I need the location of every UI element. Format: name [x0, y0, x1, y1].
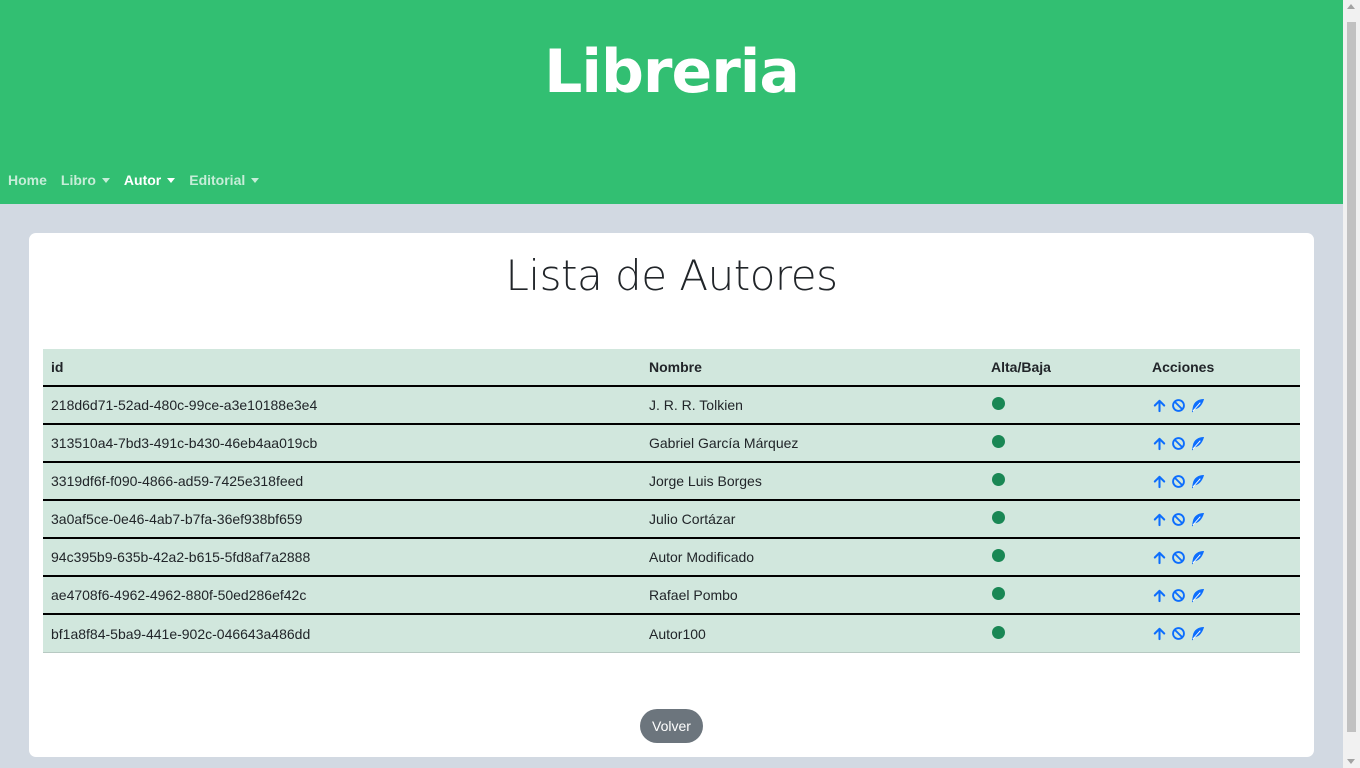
caret-down-icon — [251, 177, 260, 183]
column-header-nombre: Nombre — [649, 359, 702, 375]
nav-item-autor[interactable]: Autor — [123, 172, 176, 188]
cell-acciones — [1144, 512, 1300, 527]
volver-button[interactable]: Volver — [640, 709, 703, 743]
cell-acciones — [1144, 474, 1300, 489]
cell-acciones — [1144, 550, 1300, 565]
nav-item-label: Editorial — [189, 172, 246, 188]
cell-id: 218d6d71-52ad-480c-99ce-a3e10188e3e4 — [51, 397, 318, 413]
cell-id: ae4708f6-4962-4962-880f-50ed286ef42c — [51, 587, 307, 603]
main-nav: Home Libro Autor Editorial — [8, 170, 273, 190]
status-active-dot — [992, 587, 1005, 600]
ban-icon[interactable] — [1171, 588, 1186, 603]
cell-acciones — [1144, 626, 1300, 641]
nav-item-editorial[interactable]: Editorial — [189, 172, 260, 188]
cell-alta-baja — [983, 473, 1144, 489]
scroll-thumb[interactable] — [1347, 22, 1356, 732]
cell-alta-baja — [983, 625, 1144, 642]
cell-nombre: Gabriel García Márquez — [649, 435, 799, 451]
ban-icon[interactable] — [1171, 436, 1186, 451]
ban-icon[interactable] — [1171, 550, 1186, 565]
column-header-acciones: Acciones — [1152, 359, 1215, 375]
cell-alta-baja — [983, 397, 1144, 413]
cell-id: bf1a8f84-5ba9-441e-902c-046643a486dd — [51, 625, 311, 642]
status-active-dot — [992, 549, 1005, 562]
cell-acciones — [1144, 588, 1300, 603]
scroll-down-arrow-icon[interactable] — [1347, 759, 1355, 764]
status-active-dot — [992, 625, 1005, 639]
caret-down-icon — [101, 177, 110, 183]
cell-nombre: Autor100 — [649, 625, 706, 642]
feather-icon[interactable] — [1190, 436, 1205, 451]
table-row: 313510a4-7bd3-491c-b430-46eb4aa019cb Gabr… — [43, 425, 1300, 463]
nav-item-home[interactable]: Home — [8, 172, 47, 188]
cell-id: 3a0af5ce-0e46-4ab7-b7fa-36ef938bf659 — [51, 511, 303, 527]
ban-icon[interactable] — [1171, 512, 1186, 527]
cell-nombre: Rafael Pombo — [649, 587, 738, 603]
page-title: Lista de Autores — [505, 251, 838, 300]
feather-icon[interactable] — [1190, 550, 1205, 565]
site-header: Libreria Home Libro Autor Editorial — [0, 0, 1343, 204]
arrow-up-icon[interactable] — [1152, 398, 1167, 413]
arrow-up-icon[interactable] — [1152, 512, 1167, 527]
status-active-dot — [992, 473, 1005, 486]
scroll-up-arrow-icon[interactable] — [1347, 4, 1355, 9]
feather-icon[interactable] — [1190, 474, 1205, 489]
cell-nombre: J. R. R. Tolkien — [649, 397, 743, 413]
table-row: 3a0af5ce-0e46-4ab7-b7fa-36ef938bf659 Juli… — [43, 501, 1300, 539]
ban-icon[interactable] — [1171, 626, 1186, 641]
arrow-up-icon[interactable] — [1152, 588, 1167, 603]
cell-acciones — [1144, 436, 1300, 451]
cell-id: 94c395b9-635b-42a2-b615-5fd8af7a2888 — [51, 549, 311, 565]
cell-alta-baja — [983, 587, 1144, 603]
table-row: 218d6d71-52ad-480c-99ce-a3e10188e3e4 J. R… — [43, 387, 1300, 425]
nav-item-label: Autor — [123, 172, 162, 188]
cell-id: 313510a4-7bd3-491c-b430-46eb4aa019cb — [51, 435, 318, 451]
ban-icon[interactable] — [1171, 398, 1186, 413]
authors-table: id Nombre Alta/Baja Acciones 218d6d71-52… — [43, 349, 1300, 653]
cell-alta-baja — [983, 549, 1144, 565]
cell-alta-baja — [983, 435, 1144, 451]
cell-alta-baja — [983, 511, 1144, 527]
cell-id: 3319df6f-f090-4866-ad59-7425e318feed — [51, 473, 304, 489]
status-active-dot — [992, 511, 1005, 524]
vertical-scrollbar[interactable] — [1343, 0, 1360, 768]
nav-item-label: Libro — [60, 172, 96, 188]
table-row: bf1a8f84-5ba9-441e-902c-046643a486dd Auto… — [43, 615, 1300, 653]
site-title: Libreria — [544, 37, 800, 107]
table-header-row: id Nombre Alta/Baja Acciones — [43, 349, 1300, 387]
arrow-up-icon[interactable] — [1152, 550, 1167, 565]
arrow-up-icon[interactable] — [1152, 474, 1167, 489]
feather-icon[interactable] — [1190, 626, 1205, 641]
nav-item-libro[interactable]: Libro — [61, 172, 110, 188]
feather-icon[interactable] — [1190, 512, 1205, 527]
cell-acciones — [1144, 398, 1300, 413]
cell-nombre: Jorge Luis Borges — [649, 473, 762, 489]
table-row: 94c395b9-635b-42a2-b615-5fd8af7a2888 Auto… — [43, 539, 1300, 577]
arrow-up-icon[interactable] — [1152, 626, 1167, 641]
feather-icon[interactable] — [1190, 588, 1205, 603]
feather-icon[interactable] — [1190, 398, 1205, 413]
nav-item-label: Home — [8, 172, 47, 188]
ban-icon[interactable] — [1171, 474, 1186, 489]
status-active-dot — [992, 435, 1005, 448]
caret-down-icon — [167, 177, 176, 183]
cell-nombre: Julio Cortázar — [649, 511, 736, 527]
cell-nombre: Autor Modificado — [649, 549, 755, 565]
arrow-up-icon[interactable] — [1152, 436, 1167, 451]
table-row: 3319df6f-f090-4866-ad59-7425e318feed Jorg… — [43, 463, 1300, 501]
table-row: ae4708f6-4962-4962-880f-50ed286ef42c Rafa… — [43, 577, 1300, 615]
column-header-id: id — [51, 359, 64, 375]
status-active-dot — [992, 397, 1005, 410]
column-header-alta-baja: Alta/Baja — [991, 359, 1051, 375]
